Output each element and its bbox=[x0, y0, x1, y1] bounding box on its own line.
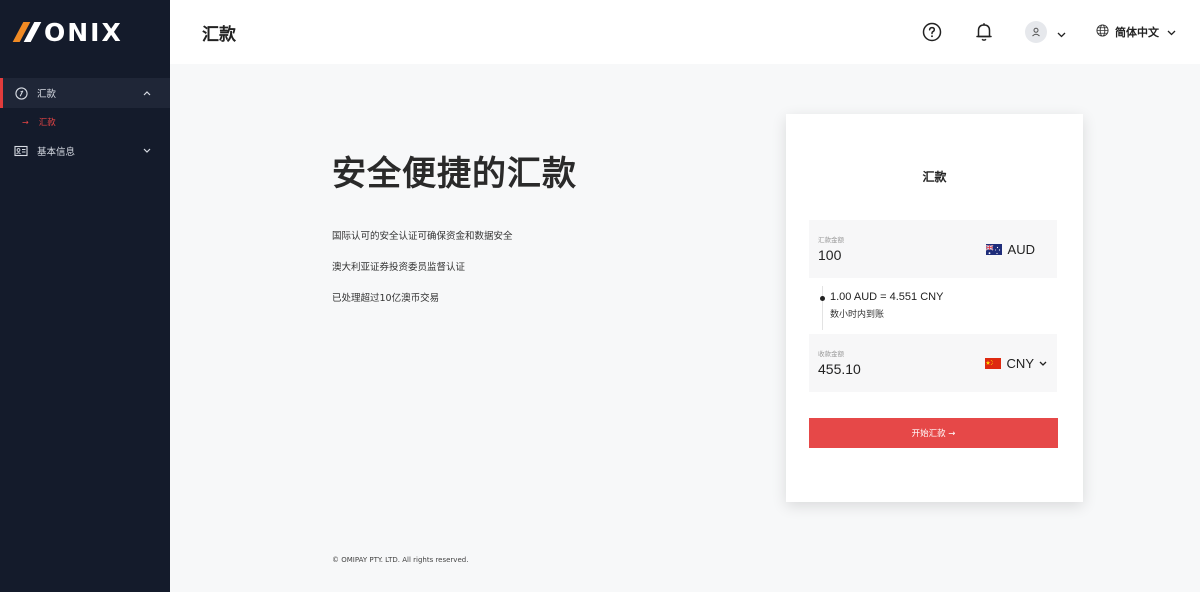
feature-text: 国际认可的安全认证可确保资金和数据安全 bbox=[332, 231, 513, 242]
start-transfer-button[interactable]: 开始汇款 → bbox=[809, 418, 1058, 448]
sidebar-subitem-remit[interactable]: → 汇款 bbox=[0, 108, 170, 136]
send-amount-label: 汇款金额 bbox=[818, 236, 844, 244]
arrow-right-icon: → bbox=[22, 117, 29, 127]
id-card-icon bbox=[14, 144, 28, 158]
receive-amount-label: 收款金额 bbox=[818, 350, 844, 358]
sidebar-item-label: 基本信息 bbox=[37, 147, 76, 158]
feature-text: 已处理超过10亿澳币交易 bbox=[332, 293, 440, 304]
receive-currency-code: CNY bbox=[1006, 356, 1034, 371]
receive-currency-selector[interactable]: CNY bbox=[984, 356, 1047, 371]
send-currency-selector[interactable]: AUD bbox=[985, 242, 1035, 257]
page-title: 汇款 bbox=[202, 24, 236, 45]
send-amount-input[interactable] bbox=[818, 247, 968, 263]
copyright-text: © OMIPAY PTY. LTD. All rights reserved. bbox=[332, 556, 469, 564]
sidebar-subitem-label: 汇款 bbox=[38, 118, 56, 128]
rate-dot-icon bbox=[820, 296, 825, 301]
top-header: 汇款 简体中文 bbox=[170, 0, 1200, 64]
arrival-time-text: 数小时内到账 bbox=[830, 310, 885, 320]
language-label: 简体中文 bbox=[1115, 26, 1159, 39]
hero-title: 安全便捷的汇款 bbox=[332, 154, 577, 194]
exchange-rate-text: 1.00 AUD = 4.551 CNY bbox=[830, 291, 944, 303]
logo-mark-icon bbox=[12, 22, 42, 42]
language-selector[interactable]: 简体中文 bbox=[1096, 24, 1176, 40]
globe-icon bbox=[1096, 24, 1109, 40]
sidebar-item-basic-info[interactable]: 基本信息 bbox=[0, 136, 170, 166]
user-menu[interactable] bbox=[1025, 21, 1066, 43]
remit-icon bbox=[14, 86, 28, 100]
help-icon[interactable] bbox=[921, 21, 943, 43]
send-amount-box: 汇款金额 AUD bbox=[809, 220, 1057, 278]
receive-amount-input[interactable] bbox=[818, 361, 968, 377]
china-flag-icon bbox=[984, 358, 1001, 369]
header-actions: 简体中文 bbox=[921, 0, 1176, 64]
card-title: 汇款 bbox=[922, 170, 947, 184]
chevron-down-icon bbox=[1057, 23, 1066, 42]
rate-connector-line bbox=[822, 286, 823, 330]
user-icon bbox=[1025, 21, 1047, 43]
brand-logo[interactable]: ONIX bbox=[12, 17, 123, 47]
chevron-down-icon bbox=[142, 146, 152, 156]
chevron-up-icon bbox=[142, 88, 152, 98]
transfer-card: 汇款 汇款金额 AUD 1.00 AUD = 4.551 CNY 数小时内到账 … bbox=[786, 114, 1083, 502]
feature-text: 澳大利亚证券投资委员监督认证 bbox=[332, 262, 466, 273]
sidebar-item-remit[interactable]: 汇款 bbox=[0, 78, 170, 108]
australia-flag-icon bbox=[985, 244, 1002, 255]
bell-icon[interactable] bbox=[973, 21, 995, 43]
receive-amount-box: 收款金额 CNY bbox=[809, 334, 1057, 392]
sidebar-item-label: 汇款 bbox=[37, 89, 57, 100]
logo-text: ONIX bbox=[44, 17, 123, 47]
send-currency-code: AUD bbox=[1007, 242, 1035, 257]
sidebar: ONIX 汇款 → 汇款 基本信息 bbox=[0, 0, 170, 592]
chevron-down-icon bbox=[1167, 26, 1176, 39]
chevron-down-icon bbox=[1039, 361, 1047, 367]
sidebar-nav: 汇款 → 汇款 基本信息 bbox=[0, 78, 170, 166]
logo-area: ONIX bbox=[0, 0, 170, 64]
exchange-rate-info: 1.00 AUD = 4.551 CNY 数小时内到账 bbox=[820, 286, 1060, 330]
